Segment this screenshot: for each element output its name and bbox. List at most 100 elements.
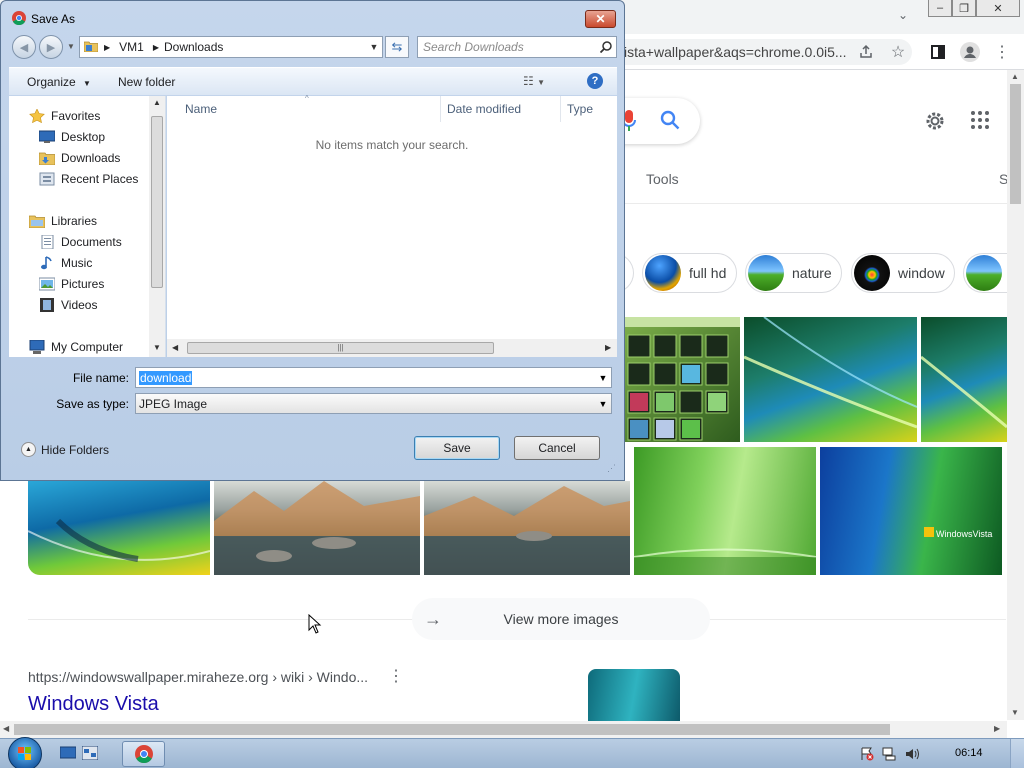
windows-logo-icon xyxy=(18,747,31,760)
scroll-left-arrow-icon[interactable]: ◀ xyxy=(172,343,178,352)
scroll-up-arrow-icon[interactable]: ▲ xyxy=(153,98,161,107)
breadcrumb-vm1[interactable]: VM1 xyxy=(119,40,144,54)
scrollbar-thumb[interactable] xyxy=(1010,84,1021,204)
file-list-horizontal-scrollbar[interactable]: ◀ ||| ▶ xyxy=(167,339,617,357)
nav-pictures[interactable]: Pictures xyxy=(38,275,104,293)
breadcrumb-downloads[interactable]: Downloads xyxy=(164,40,223,54)
start-button[interactable] xyxy=(8,737,42,768)
result-thumbnail[interactable] xyxy=(588,669,680,721)
image-result-vista-aurora-2[interactable] xyxy=(921,317,1007,442)
scroll-down-arrow-icon[interactable]: ▼ xyxy=(1011,708,1019,717)
save-as-type-dropdown-icon[interactable]: ▼ xyxy=(595,394,611,413)
image-result-lake-mountains-2[interactable] xyxy=(424,481,630,575)
image-result-lake-mountains[interactable] xyxy=(214,481,420,575)
dialog-close-button[interactable]: ✕ xyxy=(585,10,616,28)
save-button[interactable]: Save xyxy=(414,436,500,460)
cancel-button[interactable]: Cancel xyxy=(514,436,600,460)
music-note-icon xyxy=(39,256,55,270)
image-result-gallery[interactable] xyxy=(624,317,740,442)
back-arrow-icon: ◀ xyxy=(19,41,29,54)
result-url[interactable]: https://windowswallpaper.miraheze.org › … xyxy=(28,669,368,685)
image-result-vista-green[interactable] xyxy=(634,447,816,575)
scrollbar-thumb[interactable]: ||| xyxy=(187,342,494,354)
column-header-name[interactable]: Name ^ xyxy=(167,94,441,122)
nav-my-computer[interactable]: My Computer xyxy=(29,338,123,356)
recent-locations-dropdown-icon[interactable]: ▼ xyxy=(67,42,75,51)
share-icon[interactable] xyxy=(856,42,876,62)
scroll-down-arrow-icon[interactable]: ▼ xyxy=(153,343,161,352)
chrome-menu-icon[interactable]: ⋮ xyxy=(992,42,1012,62)
nav-favorites[interactable]: Favorites xyxy=(29,107,100,125)
help-icon[interactable]: ? xyxy=(587,73,603,89)
file-list-pane: Name ^ Date modified Type No items match… xyxy=(167,94,617,357)
image-result-vista-logo[interactable]: WindowsVista xyxy=(820,447,1002,575)
chip-full-hd[interactable]: full hd xyxy=(642,253,737,293)
address-bar[interactable]: ▶ VM1 ▶ Downloads ▼ xyxy=(79,36,383,58)
bookmark-star-icon[interactable]: ☆ xyxy=(888,42,908,62)
organize-button[interactable]: Organize ▼ xyxy=(27,75,91,89)
search-downloads-input[interactable]: Search Downloads xyxy=(417,36,617,58)
nav-music[interactable]: Music xyxy=(39,254,92,272)
result-title-link[interactable]: Windows Vista xyxy=(28,693,159,716)
hide-folders-button[interactable]: ▲ Hide Folders xyxy=(21,442,109,457)
address-dropdown-icon[interactable]: ▼ xyxy=(366,37,382,57)
chip-window[interactable]: window xyxy=(851,253,955,293)
show-desktop-button[interactable] xyxy=(1010,739,1024,768)
scroll-left-arrow-icon[interactable]: ◀ xyxy=(3,724,9,733)
change-view-icon[interactable]: ☷ ▼ xyxy=(523,74,545,88)
nav-documents[interactable]: Documents xyxy=(39,233,122,251)
show-desktop-quicklaunch-icon[interactable] xyxy=(59,746,77,760)
save-as-type-select[interactable]: JPEG Image ▼ xyxy=(135,393,612,414)
settings-gear-icon[interactable] xyxy=(924,110,946,137)
restore-button[interactable]: ❐ xyxy=(952,0,976,17)
nav-libraries[interactable]: Libraries xyxy=(28,212,97,230)
side-panel-icon[interactable] xyxy=(928,42,948,62)
computer-icon xyxy=(29,339,45,354)
search-icon[interactable] xyxy=(599,39,612,59)
window-close-button[interactable]: ✕ xyxy=(976,0,1020,17)
tools-tab[interactable]: Tools xyxy=(646,171,679,187)
favorites-star-icon xyxy=(29,108,45,124)
column-label: Type xyxy=(567,102,594,116)
network-icon[interactable] xyxy=(882,747,896,761)
nav-pane-scrollbar[interactable]: ▲ ▼ xyxy=(149,96,165,357)
tab-search-chevron-icon[interactable]: ⌄ xyxy=(898,8,908,22)
chip-nature[interactable]: nature xyxy=(745,253,842,293)
action-center-flag-icon[interactable] xyxy=(860,747,874,761)
forward-button[interactable]: ▶ xyxy=(39,35,63,59)
nav-desktop[interactable]: Desktop xyxy=(38,128,105,146)
nav-downloads[interactable]: Downloads xyxy=(38,149,120,167)
documents-icon xyxy=(39,234,55,250)
page-horizontal-scrollbar[interactable]: ◀ ▶ xyxy=(0,721,1007,738)
resize-grip-icon[interactable]: ⋰ xyxy=(607,463,616,474)
switch-windows-quicklaunch-icon[interactable] xyxy=(81,745,99,761)
scroll-right-arrow-icon[interactable]: ▶ xyxy=(605,343,611,352)
scrollbar-thumb[interactable] xyxy=(151,116,163,288)
search-icon[interactable] xyxy=(660,110,680,135)
result-more-options-icon[interactable]: ⋮ xyxy=(388,666,404,686)
refresh-button[interactable]: ⇆ xyxy=(385,36,409,58)
file-name-dropdown-icon[interactable]: ▼ xyxy=(595,368,611,387)
scroll-up-arrow-icon[interactable]: ▲ xyxy=(1011,72,1019,81)
scroll-right-arrow-icon[interactable]: ▶ xyxy=(994,724,1000,733)
volume-icon[interactable] xyxy=(905,747,919,761)
scrollbar-thumb[interactable] xyxy=(14,724,890,735)
profile-avatar-icon[interactable] xyxy=(960,42,980,62)
new-folder-button[interactable]: New folder xyxy=(118,75,175,89)
page-vertical-scrollbar[interactable]: ▲ ▼ xyxy=(1007,70,1024,720)
image-result-vista-aurora[interactable] xyxy=(744,317,917,442)
back-button[interactable]: ◀ xyxy=(12,35,36,59)
column-header-date-modified[interactable]: Date modified xyxy=(441,96,561,122)
column-header-type[interactable]: Type xyxy=(561,96,617,122)
file-name-input[interactable]: download ▼ xyxy=(135,367,612,388)
image-result-vista-blue[interactable] xyxy=(28,481,210,575)
taskbar-chrome-button[interactable] xyxy=(122,741,165,767)
google-apps-icon[interactable] xyxy=(970,110,990,135)
recent-places-icon xyxy=(39,172,55,186)
nav-videos[interactable]: Videos xyxy=(39,296,97,314)
nav-recent-places[interactable]: Recent Places xyxy=(39,170,138,188)
clock-time[interactable]: 06:14 xyxy=(955,747,983,759)
desktop-icon xyxy=(38,130,56,144)
view-more-images-button[interactable]: → View more images xyxy=(412,598,710,640)
minimize-button[interactable]: ‒ xyxy=(928,0,952,17)
